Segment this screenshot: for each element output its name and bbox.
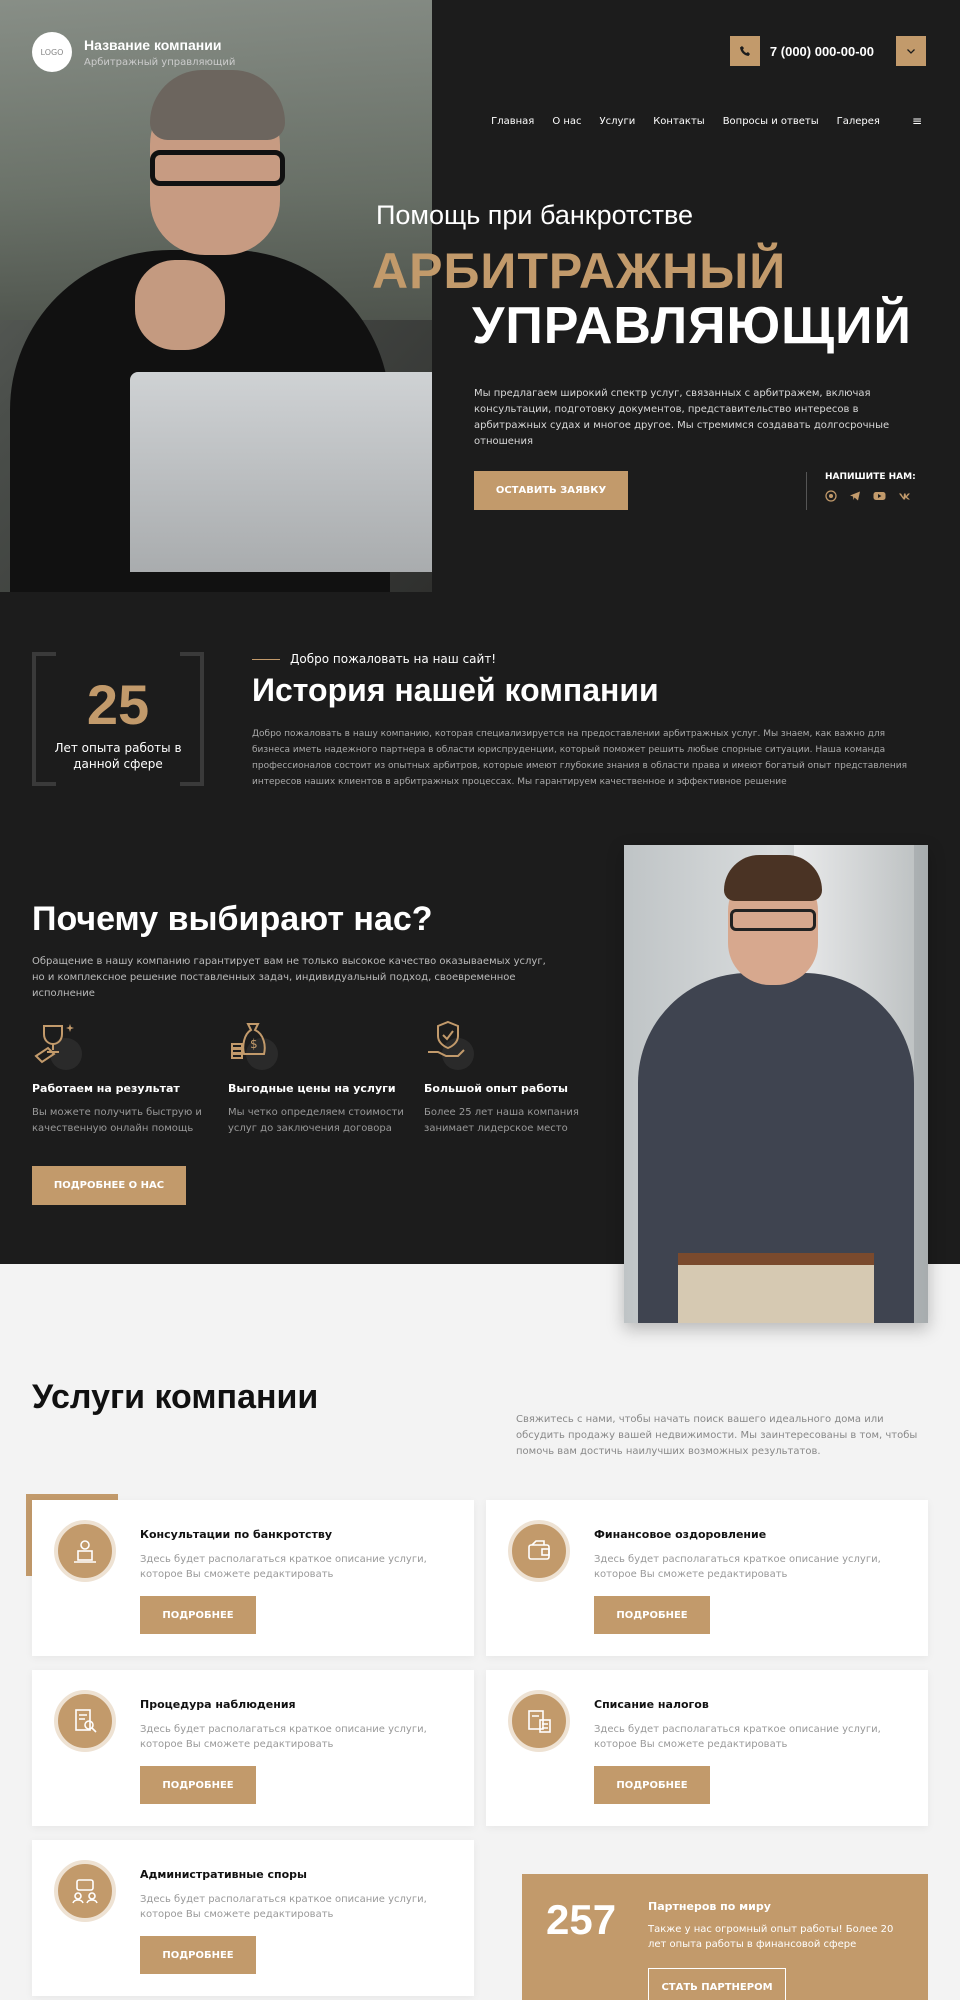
shield-hand-icon (424, 1018, 480, 1074)
hero-section: LOGO Название компании Арбитражный управ… (0, 0, 960, 592)
write-us-block: НАПИШИТЕ НАМ: (806, 472, 916, 510)
money-bag-icon: $ (228, 1018, 284, 1074)
feature-title: Большой опыт работы (424, 1082, 568, 1095)
wallet-icon (508, 1520, 570, 1582)
burger-menu-icon[interactable]: ≡ (912, 114, 922, 128)
nav-item-about[interactable]: О нас (552, 116, 581, 127)
phone-number[interactable]: 7 (000) 000-00-00 (770, 44, 874, 59)
partners-text: Также у нас огромный опыт работы! Более … (648, 1924, 894, 1950)
submit-request-button[interactable]: ОСТАВИТЬ ЗАЯВКУ (474, 471, 628, 510)
welcome-line: Добро пожаловать на наш сайт! (252, 652, 496, 666)
service-more-button[interactable]: ПОДРОБНЕЕ (140, 1936, 256, 1974)
service-more-button[interactable]: ПОДРОБНЕЕ (594, 1596, 710, 1634)
youtube-icon[interactable] (873, 490, 886, 505)
feature-text: Вы можете получить быструю и качественну… (32, 1107, 202, 1134)
man-pants (678, 1265, 874, 1323)
service-more-button[interactable]: ПОДРОБНЕЕ (140, 1596, 256, 1634)
man-glasses (730, 909, 816, 931)
logo[interactable]: LOGO (32, 32, 72, 72)
service-text: Здесь будет располагаться краткое описан… (140, 1724, 427, 1750)
hero-subtitle: Помощь при банкротстве (376, 200, 694, 230)
logo-block[interactable]: LOGO Название компании Арбитражный управ… (32, 32, 235, 72)
partners-title: Партнеров по миру (648, 1900, 771, 1913)
chevron-down-icon[interactable] (896, 36, 926, 66)
feature-prices: $ Выгодные цены на услуги Мы четко опред… (228, 1018, 408, 1137)
feature-text: Более 25 лет наша компания занимает лиде… (424, 1107, 579, 1134)
history-section: 25 Лет опыта работы в данной сфере Добро… (0, 592, 960, 842)
trophy-icon (32, 1018, 88, 1074)
service-title: Финансовое оздоровление (594, 1528, 767, 1541)
man-hand (135, 260, 225, 350)
hero-photo (0, 0, 432, 592)
feature-title: Выгодные цены на услуги (228, 1082, 396, 1095)
service-text: Здесь будет располагаться краткое описан… (594, 1724, 881, 1750)
man-glasses (150, 150, 285, 186)
services-title: Услуги компании (32, 1378, 319, 1416)
history-description: Добро пожаловать в нашу компанию, котора… (252, 729, 908, 787)
feature-title: Работаем на результат (32, 1082, 180, 1095)
service-more-button[interactable]: ПОДРОБНЕЕ (594, 1766, 710, 1804)
man-hair (150, 70, 285, 140)
service-more-button[interactable]: ПОДРОБНЕЕ (140, 1766, 256, 1804)
phone-icon[interactable] (729, 36, 760, 66)
years-number: 25 (86, 673, 150, 736)
why-description: Обращение в нашу компанию гарантирует ва… (32, 956, 546, 999)
company-name: Название компании (84, 36, 222, 53)
whatsapp-icon[interactable] (825, 490, 837, 505)
service-text: Здесь будет располагаться краткое описан… (140, 1554, 427, 1580)
hero-title-line1: АРБИТРАЖНЫЙ (372, 243, 787, 299)
partners-number: 257 (546, 1896, 617, 1943)
nav-item-services[interactable]: Услуги (600, 116, 636, 127)
years-label: Лет опыта работы в данной сфере (54, 741, 182, 771)
partners-block: 257 Партнеров по миру Также у нас огромн… (522, 1874, 928, 2000)
nav-item-gallery[interactable]: Галерея (837, 116, 880, 127)
vk-icon[interactable] (898, 490, 911, 505)
hero-description: Мы предлагаем широкий спектр услуг, связ… (474, 388, 890, 447)
service-title: Консультации по банкротству (140, 1528, 333, 1541)
dispute-icon (54, 1860, 116, 1922)
why-title: Почему выбирают нас? (32, 900, 433, 938)
document-search-icon (54, 1690, 116, 1752)
feature-experience: Большой опыт работы Более 25 лет наша ко… (424, 1018, 604, 1137)
about-us-button[interactable]: ПОДРОБНЕЕ О НАС (32, 1166, 186, 1205)
service-card: Административные споры Здесь будет распо… (32, 1840, 474, 1996)
history-title: История нашей компании (252, 672, 659, 708)
hero-title-line2: УПРАВЛЯЮЩИЙ (472, 297, 912, 355)
service-title: Административные споры (140, 1868, 307, 1881)
write-us-label: НАПИШИТЕ НАМ: (825, 472, 916, 482)
main-nav: Главная О нас Услуги Контакты Вопросы и … (491, 114, 922, 128)
service-card: Финансовое оздоровление Здесь будет расп… (486, 1500, 928, 1656)
tax-calculator-icon (508, 1690, 570, 1752)
company-subtitle: Арбитражный управляющий (84, 56, 236, 68)
decor-line (252, 658, 280, 660)
consultant-photo (624, 845, 928, 1323)
become-partner-button[interactable]: СТАТЬ ПАРТНЕРОМ (648, 1968, 786, 2000)
consultation-icon (54, 1520, 116, 1582)
phone-block: 7 (000) 000-00-00 (729, 36, 926, 66)
laptop (130, 372, 432, 572)
service-text: Здесь будет располагаться краткое описан… (140, 1894, 427, 1920)
nav-item-faq[interactable]: Вопросы и ответы (723, 116, 819, 127)
feature-result: Работаем на результат Вы можете получить… (32, 1018, 212, 1137)
services-description: Свяжитесь с нами, чтобы начать поиск ваш… (516, 1414, 918, 1457)
nav-item-contacts[interactable]: Контакты (653, 116, 704, 127)
nav-item-home[interactable]: Главная (491, 116, 534, 127)
svg-text:$: $ (250, 1037, 258, 1051)
service-title: Процедура наблюдения (140, 1698, 296, 1711)
feature-text: Мы четко определяем стоимости услуг до з… (228, 1107, 404, 1134)
man-hair (724, 855, 822, 901)
years-badge: 25 Лет опыта работы в данной сфере (32, 652, 204, 786)
service-card: Консультации по банкротству Здесь будет … (32, 1500, 474, 1656)
service-title: Списание налогов (594, 1698, 709, 1711)
service-text: Здесь будет располагаться краткое описан… (594, 1554, 881, 1580)
telegram-icon[interactable] (849, 490, 861, 505)
welcome-text: Добро пожаловать на наш сайт! (290, 652, 497, 666)
service-card: Списание налогов Здесь будет располагать… (486, 1670, 928, 1826)
service-card: Процедура наблюдения Здесь будет распола… (32, 1670, 474, 1826)
